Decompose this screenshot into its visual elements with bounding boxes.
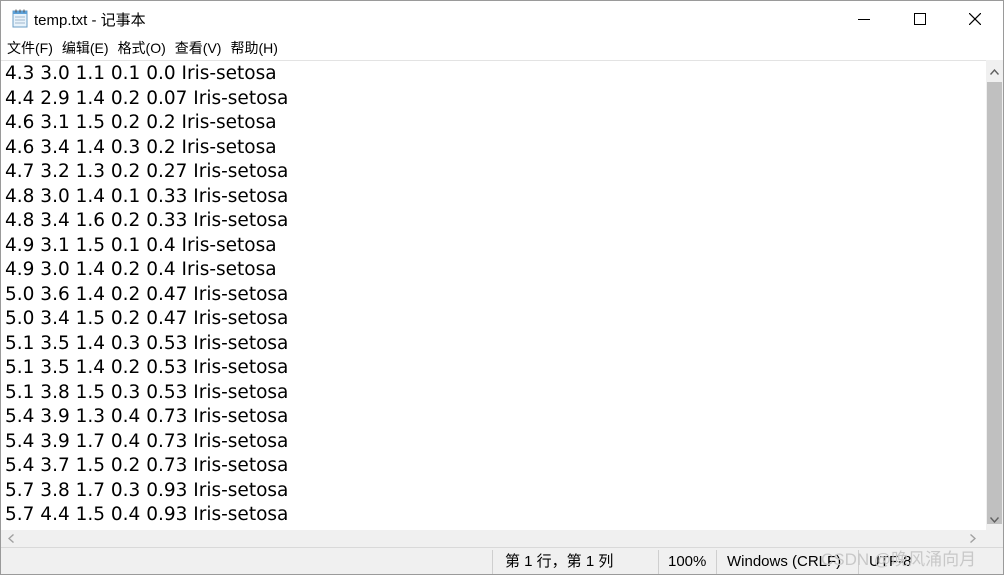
text-line: 5.4 3.9 1.7 0.4 0.73 Iris-setosa [5,430,289,452]
chevron-down-icon [989,510,1000,528]
chevron-left-icon [7,530,14,548]
text-line: 5.7 3.8 1.7 0.3 0.93 Iris-setosa [5,479,289,501]
text-line: 4.9 3.1 1.5 0.1 0.4 Iris-setosa [5,234,277,256]
menu-edit[interactable]: 编辑(E) [59,37,112,59]
text-line: 5.1 3.5 1.4 0.3 0.53 Iris-setosa [5,332,289,354]
text-line: 4.6 3.4 1.4 0.3 0.2 Iris-setosa [5,136,277,158]
text-line: 5.7 4.4 1.5 0.4 0.93 Iris-setosa [5,504,289,525]
text-line: 4.4 2.9 1.4 0.2 0.07 Iris-setosa [5,87,289,109]
watermark: CSDN @晚风涌向月 [821,550,977,569]
text-line: 5.1 3.5 1.4 0.2 0.53 Iris-setosa [5,357,289,378]
window-title: temp.txt - 记事本 [34,12,146,29]
menu-bar: 文件(F) 编辑(E) 格式(O) 查看(V) 帮助(H) [1,37,1003,59]
maximize-button[interactable] [892,1,948,37]
zoom-level: 100% [668,553,707,570]
close-button[interactable] [947,1,1003,37]
text-content: 4.3 3.0 1.1 0.1 0.0 Iris-setosa 4.4 2.9 … [5,62,288,528]
title-bar[interactable]: temp.txt - 记事本 [1,1,1003,37]
scroll-up-button[interactable] [986,60,1003,82]
minimize-button[interactable] [836,1,892,37]
text-line: 4.8 3.4 1.6 0.2 0.33 Iris-setosa [5,210,289,231]
close-icon [969,13,981,25]
scrollbar-corner [986,530,1003,547]
notepad-icon [12,9,28,28]
text-line: 4.8 3.0 1.4 0.1 0.33 Iris-setosa [5,185,289,207]
text-line: 5.0 3.6 1.4 0.2 0.47 Iris-setosa [5,283,289,305]
notepad-window: temp.txt - 记事本 文件(F) 编辑(E) 格式(O) 查看(V) 帮… [0,0,1004,575]
menu-view[interactable]: 查看(V) [172,37,225,59]
menu-format[interactable]: 格式(O) [115,37,169,59]
text-line: 5.1 3.8 1.5 0.3 0.53 Iris-setosa [5,381,289,403]
menu-help[interactable]: 帮助(H) [227,37,280,59]
text-line: 5.4 3.7 1.5 0.2 0.73 Iris-setosa [5,455,289,476]
status-divider [716,550,717,574]
minimize-icon [858,13,870,25]
text-editor[interactable]: 4.3 3.0 1.1 0.1 0.0 Iris-setosa 4.4 2.9 … [1,60,986,531]
scroll-left-button[interactable] [1,530,21,547]
status-divider [492,550,493,574]
text-line: 4.9 3.0 1.4 0.2 0.4 Iris-setosa [5,259,277,280]
vertical-scrollbar[interactable] [986,60,1003,530]
maximize-icon [914,13,926,25]
cursor-position: 第 1 行，第 1 列 [505,553,614,570]
text-line: 4.3 3.0 1.1 0.1 0.0 Iris-setosa [5,63,277,84]
menu-file[interactable]: 文件(F) [4,37,56,59]
text-line: 5.0 3.4 1.5 0.2 0.47 Iris-setosa [5,308,289,329]
chevron-up-icon [989,62,1000,80]
status-divider [658,550,659,574]
text-line: 4.7 3.2 1.3 0.2 0.27 Iris-setosa [5,161,289,182]
text-line: 5.4 3.9 1.3 0.4 0.73 Iris-setosa [5,406,289,427]
scroll-down-button[interactable] [986,508,1003,530]
vertical-scroll-thumb[interactable] [987,82,1002,524]
text-line: 4.6 3.1 1.5 0.2 0.2 Iris-setosa [5,112,277,133]
